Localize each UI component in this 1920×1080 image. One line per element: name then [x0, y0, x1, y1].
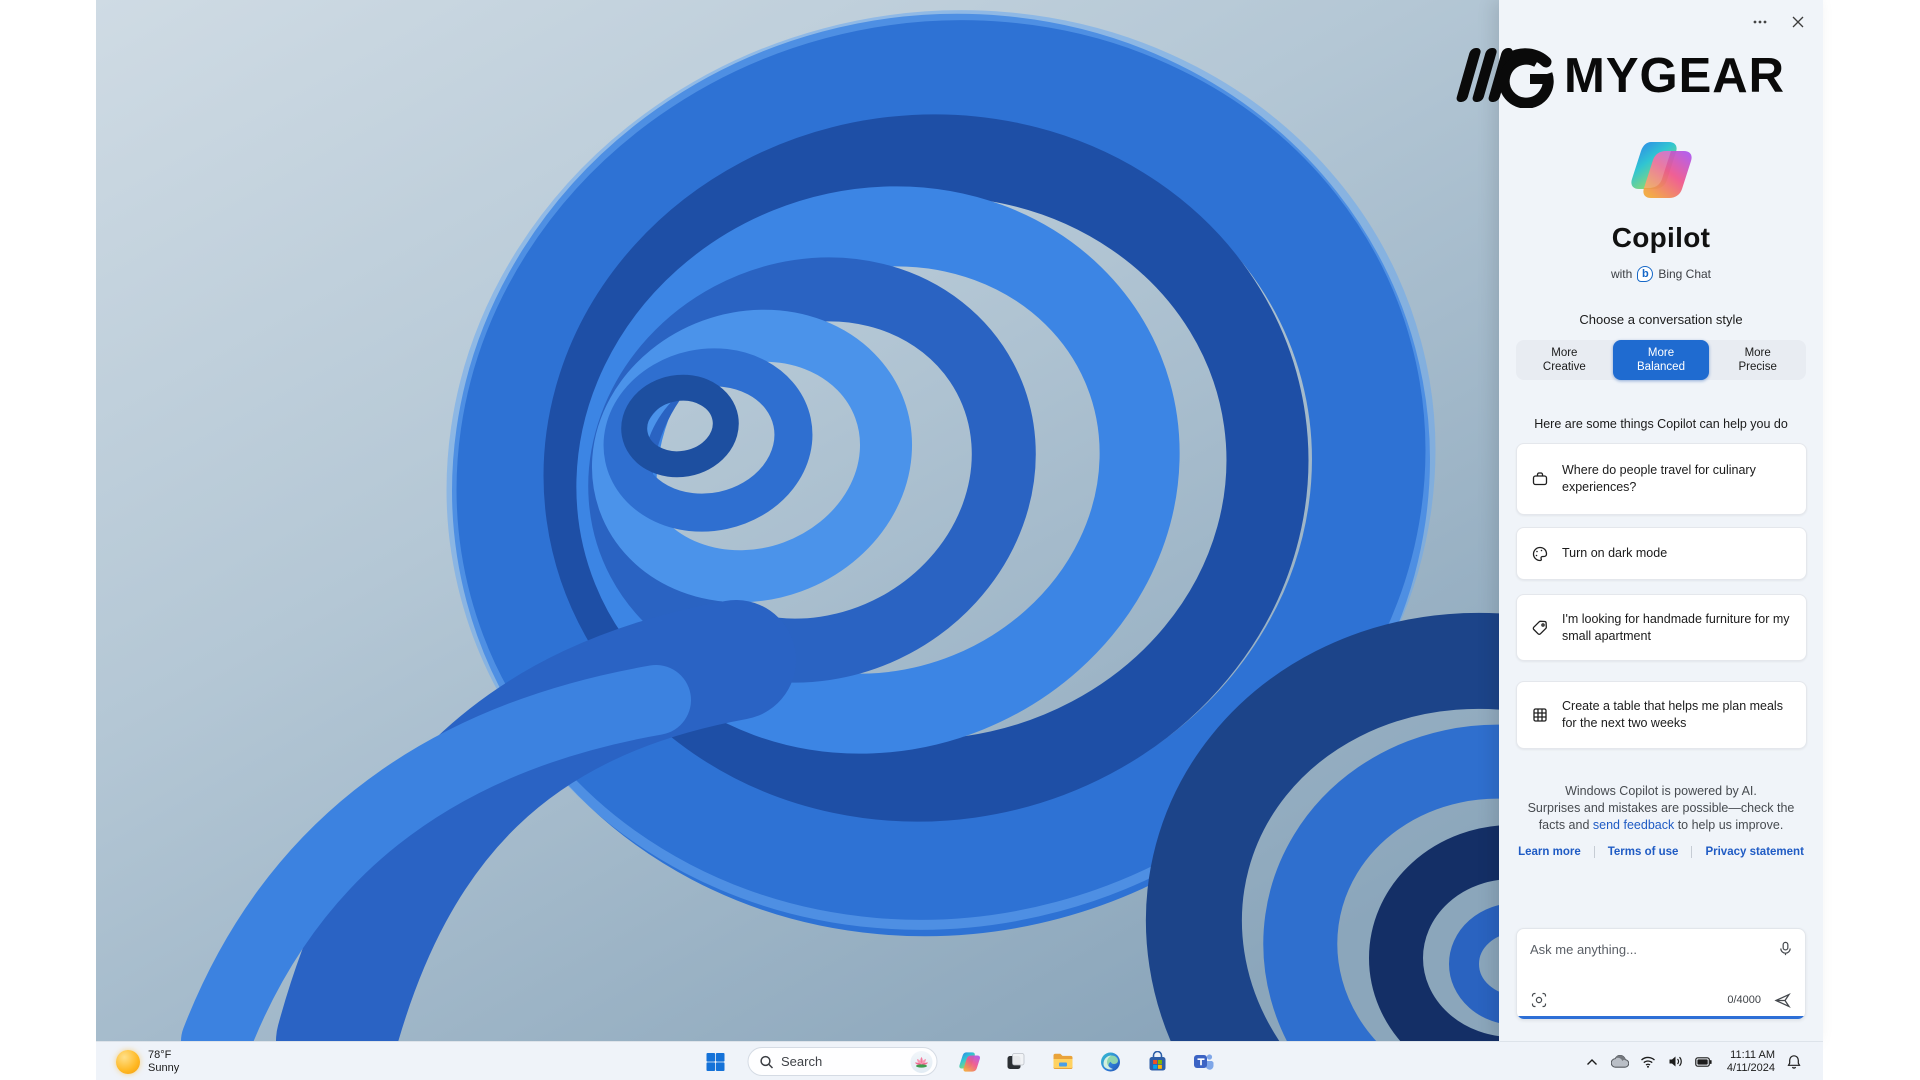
search-placeholder: Search — [781, 1054, 902, 1069]
close-icon — [1792, 16, 1804, 28]
table-icon — [1531, 706, 1549, 724]
teams-button[interactable] — [1189, 1047, 1219, 1077]
chevron-up-icon — [1586, 1058, 1598, 1066]
suggestion-card-travel[interactable]: Where do people travel for culinary expe… — [1516, 443, 1807, 515]
lotus-icon — [910, 1051, 932, 1073]
microphone-button[interactable] — [1775, 938, 1795, 958]
taskbar-center: Search — [700, 1042, 1219, 1080]
battery-button[interactable] — [1695, 1053, 1713, 1071]
sun-icon — [116, 1050, 140, 1074]
suggestion-card-meal-table[interactable]: Create a table that helps me plan meals … — [1516, 681, 1807, 749]
learn-more-link[interactable]: Learn more — [1505, 846, 1594, 858]
store-icon — [1146, 1051, 1168, 1073]
panel-subtitle: with b Bing Chat — [1499, 266, 1823, 282]
subtitle-prefix: with — [1611, 267, 1632, 281]
start-icon — [705, 1052, 725, 1072]
taskbar: 78°F Sunny Search — [96, 1041, 1823, 1080]
weather-condition: Sunny — [148, 1062, 179, 1075]
terms-of-use-link[interactable]: Terms of use — [1595, 846, 1692, 858]
edge-browser-button[interactable] — [1095, 1047, 1125, 1077]
more-options-icon — [1753, 20, 1767, 24]
tag-icon — [1531, 619, 1549, 637]
palette-icon — [1531, 545, 1549, 563]
weather-temperature: 78°F — [148, 1049, 179, 1062]
weather-widget[interactable]: 78°F Sunny — [108, 1042, 187, 1080]
clock[interactable]: 11:11 AM 4/11/2024 — [1727, 1049, 1775, 1075]
system-tray: 11:11 AM 4/11/2024 — [1583, 1042, 1823, 1080]
clock-time: 11:11 AM — [1727, 1049, 1775, 1062]
tray-chevron-button[interactable] — [1583, 1053, 1601, 1071]
conversation-style-toggle: More Creative More Balanced More Precise — [1516, 340, 1806, 380]
teams-icon — [1193, 1050, 1216, 1073]
start-button[interactable] — [700, 1047, 730, 1077]
clock-date: 4/11/2024 — [1727, 1062, 1775, 1075]
task-view-button[interactable] — [1001, 1047, 1031, 1077]
suggestion-card-furniture[interactable]: I'm looking for handmade furniture for m… — [1516, 594, 1807, 661]
suggestion-text: I'm looking for handmade furniture for m… — [1562, 611, 1792, 645]
input-toolbar: 0/4000 — [1517, 984, 1805, 1016]
suggestion-text: Turn on dark mode — [1562, 545, 1667, 562]
chat-input[interactable] — [1530, 939, 1760, 959]
onedrive-button[interactable] — [1611, 1053, 1629, 1071]
search-icon — [759, 1055, 773, 1069]
microsoft-store-button[interactable] — [1142, 1047, 1172, 1077]
style-more-balanced[interactable]: More Balanced — [1613, 340, 1710, 380]
microphone-icon — [1778, 941, 1793, 956]
bloom-wallpaper-art — [96, 0, 1499, 1041]
close-button[interactable] — [1785, 12, 1811, 32]
notifications-button[interactable] — [1785, 1053, 1803, 1071]
screen: Copilot with b Bing Chat Choose a conver… — [0, 0, 1920, 1080]
desktop-wallpaper — [96, 0, 1499, 1041]
character-counter: 0/4000 — [1727, 994, 1761, 1006]
footer-links: Learn more Terms of use Privacy statemen… — [1499, 846, 1823, 858]
copilot-logo — [1629, 138, 1693, 205]
send-feedback-link[interactable]: send feedback — [1593, 818, 1674, 832]
bing-badge-icon: b — [1637, 266, 1653, 282]
wifi-icon — [1640, 1056, 1656, 1068]
send-button[interactable] — [1771, 989, 1793, 1011]
volume-icon — [1668, 1055, 1683, 1068]
chat-input-box: 0/4000 — [1516, 928, 1806, 1020]
suggestion-text: Create a table that helps me plan meals … — [1562, 698, 1792, 732]
bell-icon — [1787, 1054, 1801, 1069]
suggestion-card-dark-mode[interactable]: Turn on dark mode — [1516, 527, 1807, 580]
panel-title: Copilot — [1499, 222, 1823, 254]
privacy-statement-link[interactable]: Privacy statement — [1692, 846, 1816, 858]
conversation-style-title: Choose a conversation style — [1499, 312, 1823, 327]
style-more-precise[interactable]: More Precise — [1709, 340, 1806, 380]
copilot-panel: Copilot with b Bing Chat Choose a conver… — [1499, 0, 1823, 1041]
more-options-button[interactable] — [1747, 12, 1773, 32]
send-icon — [1774, 992, 1791, 1009]
screenshot-button[interactable] — [1529, 990, 1549, 1010]
suggestions-title: Here are some things Copilot can help yo… — [1499, 417, 1823, 431]
suggestion-text: Where do people travel for culinary expe… — [1562, 462, 1792, 496]
screenshot-icon — [1531, 992, 1547, 1008]
taskbar-search[interactable]: Search — [747, 1047, 937, 1076]
wifi-button[interactable] — [1639, 1053, 1657, 1071]
onedrive-cloud-icon — [1611, 1055, 1629, 1068]
file-explorer-icon — [1052, 1050, 1075, 1073]
file-explorer-button[interactable] — [1048, 1047, 1078, 1077]
copilot-taskbar-icon — [958, 1051, 980, 1073]
edge-icon — [1099, 1051, 1121, 1073]
volume-button[interactable] — [1667, 1053, 1685, 1071]
briefcase-icon — [1531, 470, 1549, 488]
taskbar-copilot-button[interactable] — [954, 1047, 984, 1077]
style-more-creative[interactable]: More Creative — [1516, 340, 1613, 380]
battery-icon — [1695, 1057, 1712, 1067]
subtitle-brand: Bing Chat — [1658, 267, 1711, 281]
task-view-icon — [1006, 1051, 1027, 1072]
ai-disclaimer: Windows Copilot is powered by AI. Surpri… — [1499, 783, 1823, 834]
